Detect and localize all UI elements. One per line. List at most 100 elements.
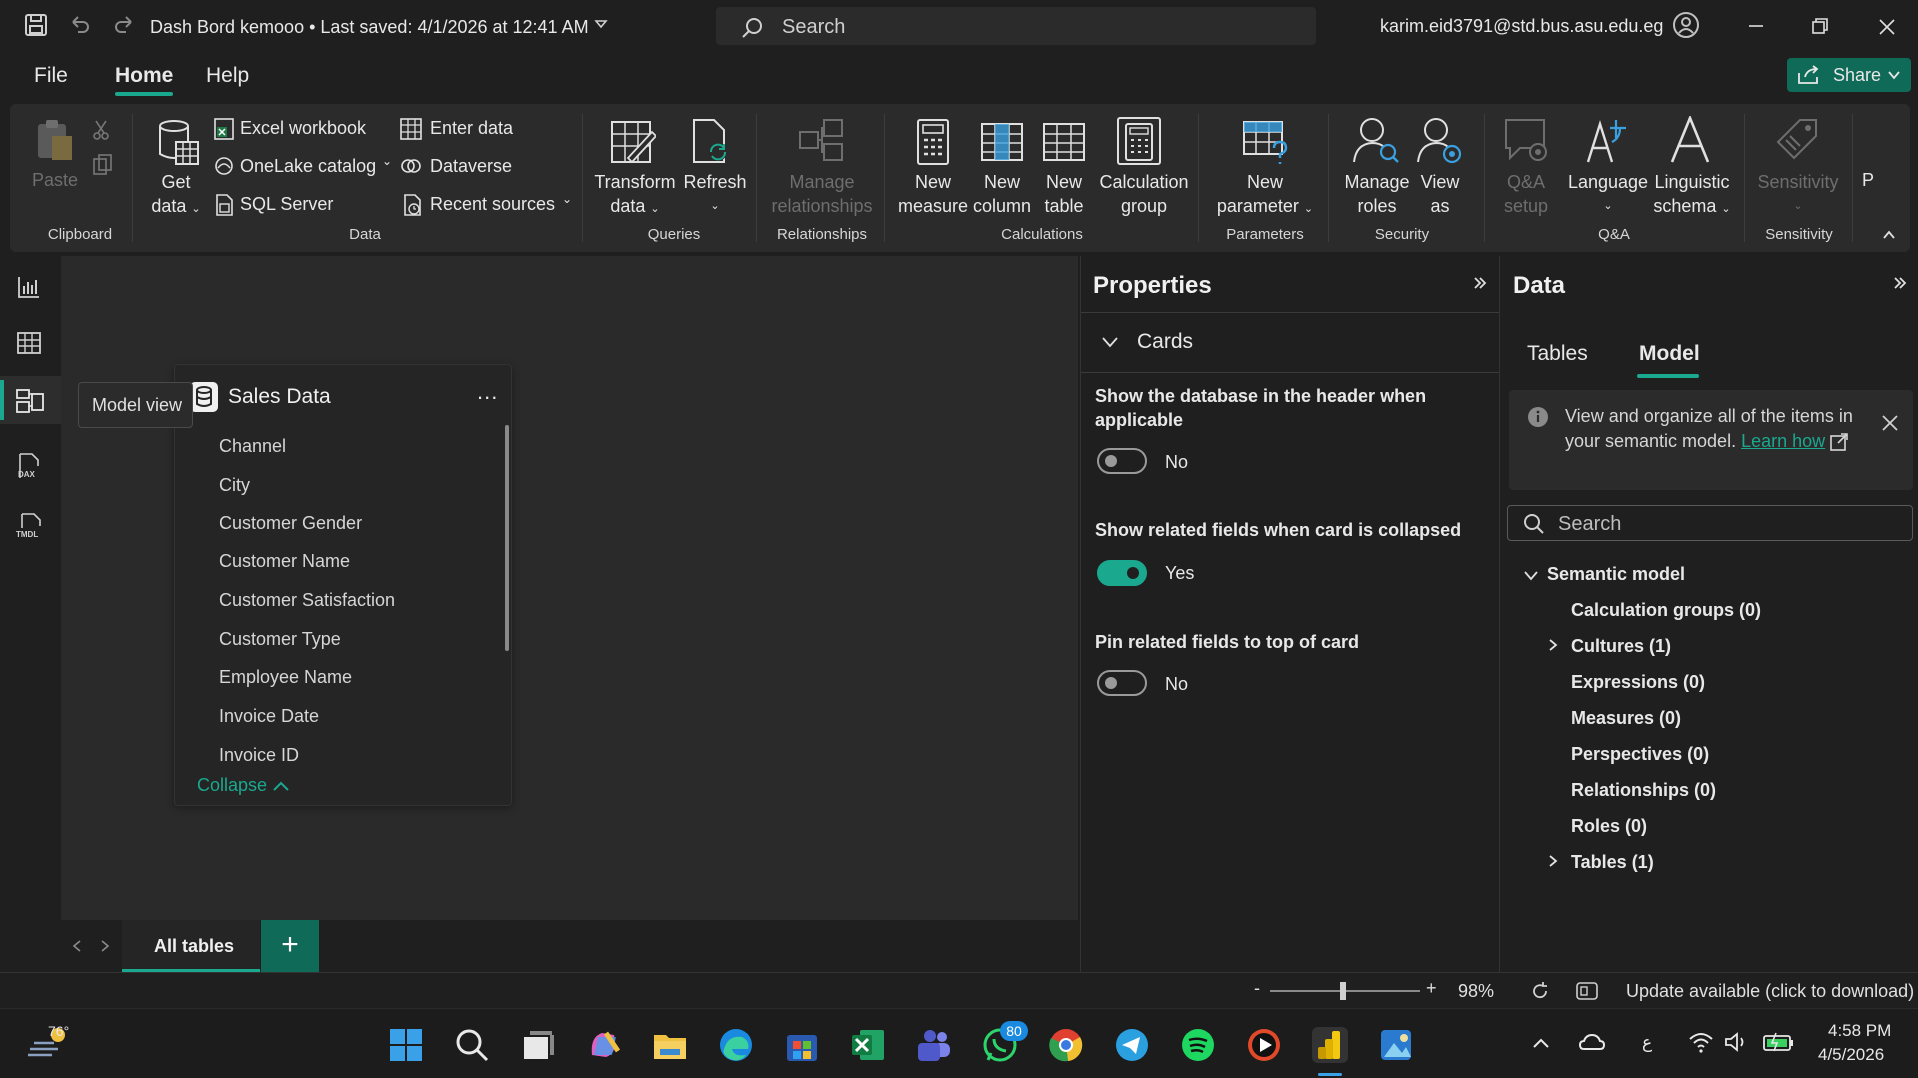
- manage-roles-button[interactable]: Manage roles: [1340, 170, 1414, 218]
- linguistic-schema-button[interactable]: Linguistic schema ⌄: [1650, 170, 1734, 221]
- more-options-icon[interactable]: ...: [477, 379, 498, 405]
- field-item[interactable]: Customer Satisfaction: [219, 590, 395, 611]
- copy-icon[interactable]: [92, 154, 114, 176]
- spotify-icon[interactable]: [1180, 1027, 1216, 1063]
- data-search-input[interactable]: Search: [1507, 505, 1913, 541]
- search-icon[interactable]: [454, 1027, 490, 1063]
- share-button[interactable]: Share: [1787, 58, 1911, 92]
- windows-start-icon[interactable]: [388, 1027, 424, 1063]
- learn-how-link[interactable]: Learn how: [1741, 431, 1825, 451]
- chevron-right-icon[interactable]: [1547, 854, 1559, 868]
- clock-date[interactable]: 4/5/2026: [1818, 1045, 1884, 1065]
- display-settings-icon[interactable]: [1576, 982, 1598, 1000]
- collapse-pane-icon[interactable]: [1893, 276, 1907, 290]
- telegram-icon[interactable]: [1114, 1027, 1150, 1063]
- power-bi-icon[interactable]: [1312, 1027, 1348, 1063]
- new-column-button[interactable]: New column: [972, 170, 1032, 218]
- tree-root-semantic-model[interactable]: Semantic model: [1547, 564, 1685, 585]
- report-view-icon[interactable]: [16, 274, 42, 300]
- document-title[interactable]: Dash Bord kemooo • Last saved: 4/1/2026 …: [150, 17, 589, 38]
- chevron-down-icon[interactable]: [1101, 336, 1119, 348]
- restore-icon[interactable]: [1812, 18, 1828, 34]
- new-parameter-button[interactable]: New parameter ⌄: [1210, 170, 1320, 221]
- field-item[interactable]: Customer Type: [219, 629, 341, 650]
- tree-item-tables[interactable]: Tables (1): [1571, 852, 1654, 873]
- calculation-group-button[interactable]: Calculation group: [1096, 170, 1192, 218]
- task-view-icon[interactable]: [520, 1027, 556, 1063]
- update-available-link[interactable]: Update available (click to download): [1626, 981, 1914, 1002]
- tree-item-perspectives[interactable]: Perspectives (0): [1571, 744, 1709, 765]
- microsoft-store-icon[interactable]: [784, 1027, 820, 1063]
- recent-sources-button[interactable]: Recent sources: [430, 194, 555, 215]
- redo-icon[interactable]: [112, 13, 136, 37]
- collapse-pane-icon[interactable]: [1473, 276, 1487, 290]
- field-item[interactable]: Employee Name: [219, 667, 352, 688]
- scroll-left-icon[interactable]: [73, 940, 81, 952]
- chrome-icon[interactable]: [1048, 1027, 1084, 1063]
- fit-to-screen-icon[interactable]: [1530, 981, 1550, 1001]
- battery-icon[interactable]: [1762, 1031, 1794, 1053]
- model-view-icon[interactable]: [16, 388, 44, 414]
- view-as-button[interactable]: View as: [1414, 170, 1466, 218]
- pin-related-fields-toggle[interactable]: [1097, 670, 1147, 696]
- enter-data-button[interactable]: Enter data: [430, 118, 513, 139]
- close-icon[interactable]: [1878, 18, 1896, 36]
- qa-setup-button[interactable]: Q&A setup: [1492, 170, 1560, 218]
- onedrive-icon[interactable]: [1578, 1031, 1606, 1055]
- tab-model[interactable]: Model: [1639, 342, 1700, 366]
- manage-relationships-button[interactable]: Manage relationships: [762, 170, 882, 218]
- field-item[interactable]: Channel: [219, 436, 286, 457]
- tree-item-calculation-groups[interactable]: Calculation groups (0): [1571, 600, 1761, 621]
- chevron-down-icon[interactable]: [1523, 570, 1539, 582]
- chevron-down-icon[interactable]: [594, 18, 608, 30]
- input-language[interactable]: ع: [1642, 1033, 1652, 1053]
- tree-item-cultures[interactable]: Cultures (1): [1571, 636, 1671, 657]
- tab-file[interactable]: File: [34, 64, 68, 88]
- photos-app-icon[interactable]: [1378, 1027, 1414, 1063]
- zoom-slider-thumb[interactable]: [1340, 982, 1346, 1000]
- publish-button-partial[interactable]: P: [1862, 170, 1874, 191]
- account-avatar-icon[interactable]: [1672, 11, 1700, 39]
- chevron-down-icon[interactable]: ⌄: [382, 154, 392, 168]
- tab-tables[interactable]: Tables: [1527, 342, 1588, 366]
- field-item[interactable]: Customer Name: [219, 551, 350, 572]
- save-icon[interactable]: [24, 13, 48, 37]
- excel-workbook-button[interactable]: Excel workbook: [240, 118, 366, 139]
- wifi-icon[interactable]: [1688, 1031, 1714, 1053]
- field-item[interactable]: Invoice Date: [219, 706, 319, 727]
- field-item[interactable]: Customer Gender: [219, 513, 362, 534]
- file-explorer-icon[interactable]: [652, 1027, 688, 1063]
- sensitivity-button[interactable]: Sensitivity ⌄: [1750, 170, 1846, 218]
- tree-item-relationships[interactable]: Relationships (0): [1571, 780, 1716, 801]
- dataverse-button[interactable]: Dataverse: [430, 156, 512, 177]
- tab-home[interactable]: Home: [115, 64, 173, 88]
- zoom-out-button[interactable]: -: [1254, 978, 1260, 999]
- dax-query-view-icon[interactable]: DAX: [16, 452, 44, 480]
- tree-item-expressions[interactable]: Expressions (0): [1571, 672, 1705, 693]
- add-layout-button[interactable]: +: [261, 920, 319, 972]
- tree-item-roles[interactable]: Roles (0): [1571, 816, 1647, 837]
- table-view-icon[interactable]: [16, 330, 42, 356]
- title-search-box[interactable]: Search: [716, 7, 1316, 45]
- paste-button[interactable]: Paste: [30, 168, 80, 192]
- field-item[interactable]: Invoice ID: [219, 745, 299, 766]
- collapse-link[interactable]: Collapse: [197, 775, 290, 796]
- sql-server-button[interactable]: SQL Server: [240, 194, 333, 215]
- get-data-button[interactable]: Get data ⌄: [146, 170, 206, 221]
- table-card-sales-data[interactable]: Sales Data ... Channel City Customer Gen…: [174, 364, 512, 806]
- clock-time[interactable]: 4:58 PM: [1828, 1021, 1891, 1041]
- tmdl-view-icon[interactable]: TMDL: [16, 512, 46, 540]
- zoom-in-button[interactable]: +: [1426, 978, 1437, 999]
- tab-help[interactable]: Help: [206, 64, 249, 88]
- collapse-ribbon-icon[interactable]: [1882, 230, 1896, 240]
- copilot-icon[interactable]: [586, 1027, 622, 1063]
- card-scrollbar[interactable]: [505, 425, 509, 651]
- onelake-catalog-button[interactable]: OneLake catalog: [240, 156, 376, 177]
- chevron-up-icon[interactable]: [1532, 1037, 1550, 1049]
- media-player-icon[interactable]: [1246, 1027, 1282, 1063]
- excel-app-icon[interactable]: [850, 1027, 886, 1063]
- edge-browser-icon[interactable]: [718, 1027, 754, 1063]
- account-email[interactable]: karim.eid3791@std.bus.asu.edu.eg: [1380, 16, 1663, 37]
- field-item[interactable]: City: [219, 475, 250, 496]
- teams-icon[interactable]: [916, 1027, 952, 1063]
